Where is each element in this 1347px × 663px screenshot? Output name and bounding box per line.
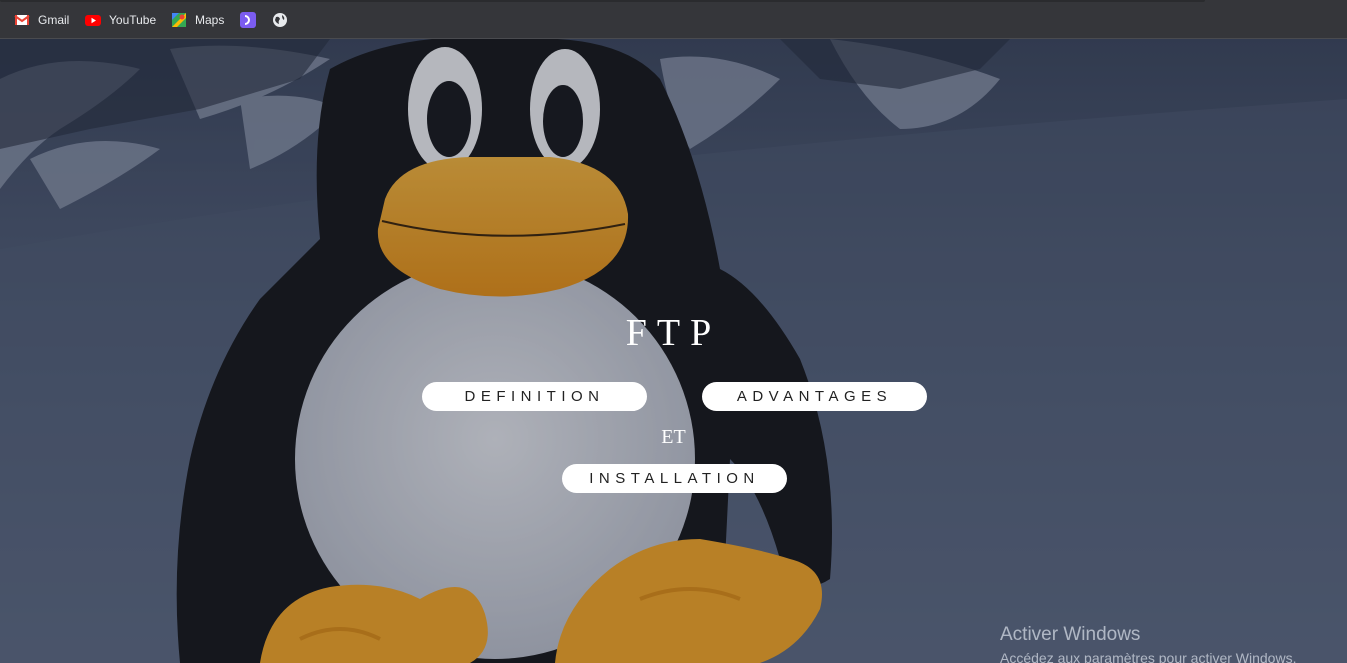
windows-activation-watermark: Activer Windows Accédez aux paramètres p…	[1000, 624, 1296, 663]
bookmark-extension[interactable]	[240, 10, 264, 30]
bookmark-gmail[interactable]: Gmail	[14, 10, 69, 30]
maps-icon	[171, 12, 187, 28]
watermark-heading: Activer Windows	[1000, 624, 1141, 645]
watermark-subtext: Accédez aux paramètres pour activer Wind…	[1000, 650, 1297, 663]
tab-strip-edge	[0, 0, 1205, 2]
page-content: FTP DEFINITION ADVANTAGES ET INSTALLATIO…	[0, 39, 1347, 663]
youtube-icon	[85, 12, 101, 28]
bookmark-label: Maps	[195, 13, 225, 27]
bookmark-youtube[interactable]: YouTube	[85, 10, 156, 30]
advantages-button[interactable]: ADVANTAGES	[702, 382, 927, 411]
bookmark-globe[interactable]	[272, 10, 296, 30]
page-title: FTP	[625, 312, 722, 354]
bookmarks-bar: Gmail YouTube Maps	[0, 0, 1347, 39]
globe-icon	[272, 12, 288, 28]
bookmark-maps[interactable]: Maps	[171, 10, 224, 30]
gmail-icon	[14, 12, 30, 28]
definition-button[interactable]: DEFINITION	[422, 382, 647, 411]
connector-text: ET	[661, 426, 686, 448]
extension-icon	[240, 12, 256, 28]
bookmark-label: Gmail	[38, 13, 70, 27]
bookmark-label: YouTube	[109, 13, 157, 27]
installation-button[interactable]: INSTALLATION	[562, 464, 787, 493]
